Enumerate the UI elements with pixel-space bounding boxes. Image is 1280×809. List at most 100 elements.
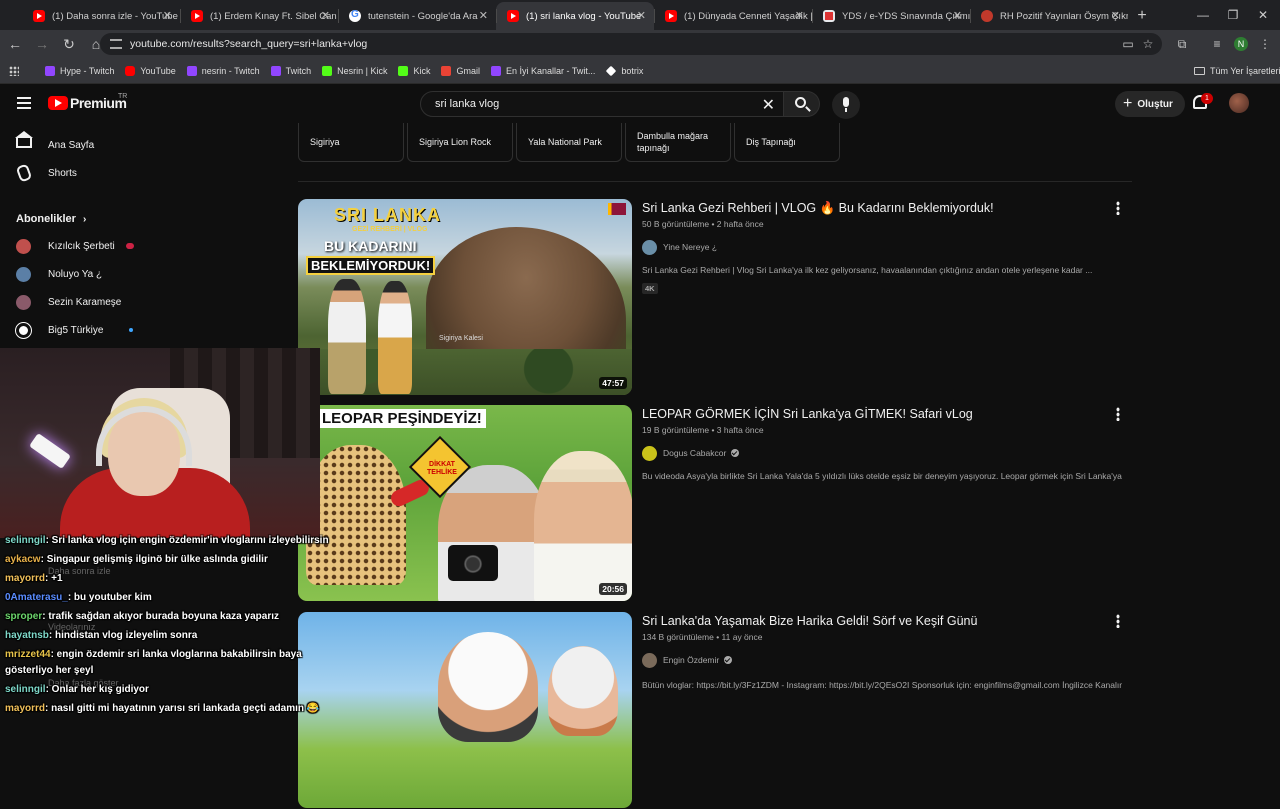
chat-username: mrizzet44 [5,649,51,660]
more-options-icon[interactable] [1116,407,1120,421]
browser-tab[interactable]: YDS / e-YDS Sınavında Çıkmış ✕ [812,2,970,30]
search-input[interactable]: sri lanka vlog ✕ [420,91,784,117]
tab-title: YDS / e-YDS Sınavında Çıkmış [842,10,970,22]
youtube-logo-icon[interactable] [48,96,68,110]
sidebar-channel[interactable]: Noluyo Ya ¿ [0,261,153,287]
browser-tab[interactable]: tutenstein - Google'da Ara✕ [338,2,496,30]
site-info-icon[interactable] [110,39,122,49]
account-avatar[interactable] [1229,93,1249,113]
close-tab-icon[interactable]: ✕ [321,9,330,22]
chat-username: aykacw [5,554,41,565]
bookmark-item[interactable]: En İyi Kanallar - Twit... [491,65,595,76]
video-duration: 47:57 [599,377,627,389]
bookmark-star-icon[interactable]: ☆ [1138,34,1158,54]
reading-list-icon[interactable]: ≡ [1207,34,1227,54]
bookmark-label: botrix [621,65,644,76]
sidebar-channel[interactable]: Big5 Türkiye [0,317,153,343]
divider [298,181,1132,182]
back-arrow-icon[interactable]: ← [3,32,27,56]
subscriptions-title: Abonelikler [16,213,76,225]
search-chip[interactable]: Sigiriya [298,123,404,162]
hamburger-menu-icon[interactable] [17,97,31,109]
browser-tab[interactable]: (1) Dünyada Cenneti Yaşadık | ✕ [654,2,812,30]
video-thumbnail[interactable] [298,612,632,808]
browser-tab-bar: (1) Daha sonra izle - YouTube ✕ (1) Erdem… [0,0,1280,30]
sidebar-item-home[interactable]: Ana Sayfa [0,131,153,158]
cast-icon[interactable]: ▭ [1118,34,1138,54]
youtube-sidebar: Ana Sayfa Shorts Abonelikler › Kızılcık … [0,123,153,348]
more-options-icon[interactable] [1116,201,1120,215]
bookmarks-bar: Hype - Twitch YouTube nesrin - Twitch Tw… [0,58,1280,84]
chat-text: : Sri lanka vlog için engin özdemir'in v… [45,535,329,546]
maximize-button[interactable]: ❐ [1216,0,1250,30]
close-window-button[interactable]: ✕ [1246,0,1280,30]
search-chip[interactable]: Yala National Park [516,123,622,162]
more-options-icon[interactable] [1116,614,1120,628]
video-title[interactable]: Sri Lanka Gezi Rehberi | VLOG 🔥 Bu Kadar… [642,201,994,216]
video-duration: 20:56 [599,583,627,595]
bookmark-item[interactable]: botrix [606,65,644,76]
browser-tab[interactable]: RH Pozitif Yayınları Ösym Çıkm ✕ [970,2,1128,30]
chat-text: : trafik sağdan akıyor burada boyuna kaz… [42,611,279,622]
video-channel[interactable]: Engin Özdemir [642,652,733,668]
browser-tab[interactable]: (1) Daha sonra izle - YouTube ✕ [22,2,180,30]
search-chip[interactable]: Dambulla mağara tapınağı [625,123,731,162]
chat-text: gösterliyo her şeyl [5,665,94,676]
video-title[interactable]: Sri Lanka'da Yaşamak Bize Harika Geldi! … [642,614,977,628]
close-tab-icon[interactable]: ✕ [479,9,488,22]
chat-message: 0Amaterasu_: bu youtuber kim [5,592,152,603]
close-tab-icon[interactable]: ✕ [953,9,962,22]
close-tab-icon[interactable]: ✕ [1111,9,1120,22]
search-chip[interactable]: Diş Tapınağı [734,123,840,162]
chat-message: gösterliyo her şeyl [5,665,93,676]
sidebar-item-shorts[interactable]: Shorts [0,160,153,186]
voice-search-mic-icon[interactable] [832,91,860,119]
create-button[interactable]: + Oluştur [1115,91,1185,117]
notification-count-badge: 1 [1201,93,1213,104]
browser-tab[interactable]: (1) Erdem Kınay Ft. Sibel Can - ✕ [180,2,338,30]
bookmark-item[interactable]: YouTube [125,65,176,76]
bookmark-item[interactable]: Nesrin | Kick [322,65,387,76]
address-bar[interactable]: youtube.com/results?search_query=sri+lan… [100,33,1162,55]
new-tab-button[interactable]: + [1128,2,1156,30]
video-thumbnail[interactable]: SRI LANKA GEZİ REHBERİ | VLOG BU KADARIN… [298,199,632,395]
extensions-icon[interactable]: ⧉ [1172,34,1192,54]
all-bookmarks-label: Tüm Yer İşaretleri [1210,65,1280,76]
browser-tab-active[interactable]: (1) sri lanka vlog - YouTube ✕ [496,2,654,30]
document-icon [823,10,835,22]
bookmark-item[interactable]: Gmail [441,65,480,76]
sidebar-channel[interactable]: Kızılcık Şerbeti [0,233,153,259]
video-channel[interactable]: Dogus Cabakcor [642,445,740,461]
profile-letter: N [1234,37,1248,51]
tab-title: (1) Dünyada Cenneti Yaşadık | [684,10,812,22]
thumbnail-text: BEKLEMİYORDUK! [306,256,436,275]
desk-lamp [29,432,71,470]
search-chip[interactable]: Sigiriya Lion Rock [407,123,513,162]
bookmark-item[interactable]: Twitch [270,65,311,76]
video-thumbnail[interactable]: DİKKAT TEHLİKE LEOPAR PEŞİNDEYİZ! 20:56 [298,405,632,601]
video-title[interactable]: LEOPAR GÖRMEK İÇİN Sri Lanka'ya GİTMEK! … [642,407,973,421]
all-bookmarks-button[interactable]: Tüm Yer İşaretleri [1194,66,1280,76]
apps-grid-icon[interactable] [9,65,19,76]
bookmark-item[interactable]: Hype - Twitch [45,65,115,76]
bookmark-item[interactable]: nesrin - Twitch [186,65,260,76]
profile-avatar[interactable]: N [1231,34,1251,54]
more-menu-icon[interactable]: ⋮ [1255,34,1275,54]
sidebar-channel[interactable]: Sezin Karameşe [0,289,153,315]
channel-name: Sezin Karameşe [48,296,122,308]
chat-username: mayorrd [5,573,46,584]
clear-search-icon[interactable]: ✕ [762,95,775,115]
close-tab-icon[interactable]: ✕ [637,9,646,22]
youtube-icon [507,10,519,22]
search-button[interactable] [784,91,820,117]
close-tab-icon[interactable]: ✕ [795,9,804,22]
forward-arrow-icon[interactable]: → [30,32,54,56]
subscriptions-header[interactable]: Abonelikler › [16,213,86,225]
reload-icon[interactable]: ↻ [57,32,81,56]
close-tab-icon[interactable]: ✕ [163,9,172,22]
bookmark-label: Gmail [456,65,480,76]
minimize-button[interactable]: — [1186,0,1220,30]
video-channel[interactable]: Yine Nereye ¿ [642,239,717,255]
bookmark-label: Hype - Twitch [60,65,115,76]
bookmark-item[interactable]: Kick [398,65,430,76]
